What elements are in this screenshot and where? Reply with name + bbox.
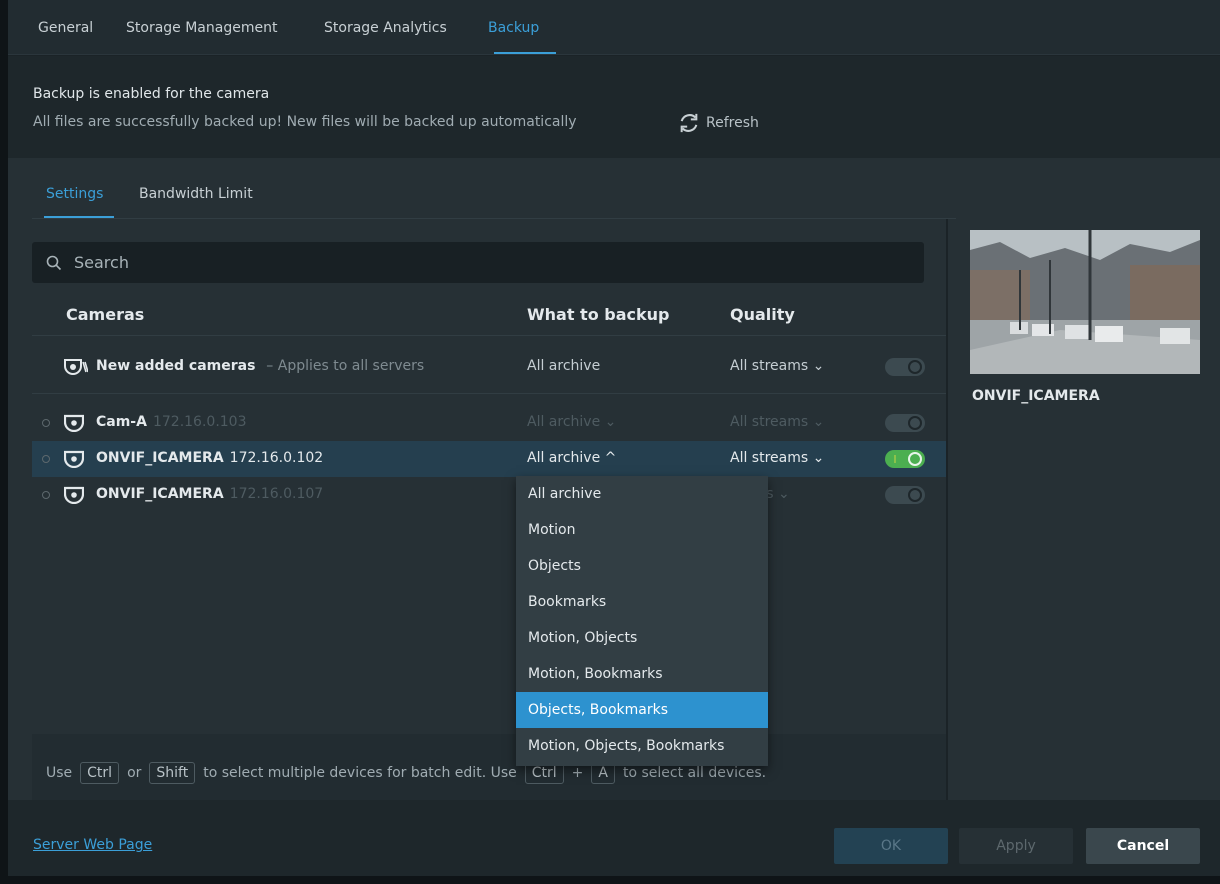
multi-select-hint: Use Ctrl or Shift to select multiple dev… <box>32 734 946 800</box>
header-divider <box>32 335 946 336</box>
camera-preview-image <box>970 230 1200 374</box>
subtab-divider <box>32 218 956 219</box>
tab-general[interactable]: General <box>38 20 93 36</box>
panel-divider <box>946 219 948 800</box>
shift-key: Shift <box>149 762 196 784</box>
camera-quality-select[interactable]: All streams ⌄ <box>730 450 824 466</box>
row-divider <box>32 393 946 394</box>
camera-ip: 172.16.0.102 <box>229 450 324 466</box>
camera-backup-toggle[interactable] <box>885 414 925 432</box>
new-cameras-quality[interactable]: All streams ⌄ <box>730 358 824 374</box>
refresh-button[interactable]: Refresh <box>678 112 759 134</box>
tab-storage-analytics[interactable]: Storage Analytics <box>324 20 447 36</box>
window-left-edge <box>0 0 8 884</box>
hint-text: to select all devices. <box>622 765 767 781</box>
status-dot <box>42 491 50 499</box>
status-title: Backup is enabled for the camera <box>33 86 270 102</box>
camera-backup-toggle[interactable] <box>885 450 925 468</box>
camera-icon <box>63 486 85 508</box>
preview-camera-name: ONVIF_ICAMERA <box>972 388 1100 404</box>
window-bottom-edge <box>0 876 1220 884</box>
search-input[interactable] <box>72 252 872 273</box>
column-what-to-backup: What to backup <box>527 305 670 324</box>
subtab-bandwidth-limit[interactable]: Bandwidth Limit <box>139 186 253 202</box>
camera-name: Cam-A <box>96 414 147 430</box>
camera-ip: 172.16.0.103 <box>152 414 247 430</box>
dropdown-option[interactable]: Motion <box>516 512 768 548</box>
server-web-page-link[interactable]: Server Web Page <box>33 837 152 853</box>
camera-backup-toggle[interactable] <box>885 486 925 504</box>
backup-status: Backup is enabled for the camera All fil… <box>8 56 1220 158</box>
apply-button[interactable]: Apply <box>959 828 1073 864</box>
search-box <box>32 242 924 283</box>
search-icon <box>46 255 62 270</box>
active-tab-indicator <box>494 52 556 54</box>
what-to-backup-dropdown: All archive Motion Objects Bookmarks Mot… <box>516 476 768 766</box>
new-cameras-row[interactable]: New added cameras – Applies to all serve… <box>32 349 946 385</box>
tab-backup[interactable]: Backup <box>488 20 539 36</box>
camera-name: ONVIF_ICAMERA <box>96 486 224 502</box>
camera-row[interactable]: Cam-A 172.16.0.103 All archive ⌄ All stre… <box>32 405 946 441</box>
refresh-icon <box>680 113 698 133</box>
cameras-plus-icon <box>64 358 89 380</box>
dropdown-option-highlighted[interactable]: Objects, Bookmarks <box>516 692 768 728</box>
status-dot <box>42 419 50 427</box>
camera-icon <box>63 450 85 472</box>
dropdown-option[interactable]: Motion, Objects <box>516 620 768 656</box>
column-quality: Quality <box>730 305 795 324</box>
dropdown-option[interactable]: Objects <box>516 548 768 584</box>
camera-icon <box>63 414 85 436</box>
tab-storage-management[interactable]: Storage Management <box>126 20 277 36</box>
cancel-button[interactable]: Cancel <box>1086 828 1200 864</box>
dialog-footer: Server Web Page OK Apply Cancel <box>8 800 1220 876</box>
hint-text: Use <box>46 765 73 781</box>
top-tab-bar: General Storage Management Storage Analy… <box>8 0 1220 55</box>
camera-row-selected[interactable]: ONVIF_ICAMERA 172.16.0.102 All archive ^ … <box>32 441 946 477</box>
dropdown-option[interactable]: Bookmarks <box>516 584 768 620</box>
column-cameras: Cameras <box>66 305 145 324</box>
dropdown-option[interactable]: Motion, Bookmarks <box>516 656 768 692</box>
camera-row[interactable]: ONVIF_ICAMERA172.16.0.107 reams ⌄ <box>32 477 946 513</box>
camera-what-select[interactable]: All archive ⌄ <box>527 414 616 430</box>
hint-text: to select multiple devices for batch edi… <box>203 765 517 781</box>
subtab-settings[interactable]: Settings <box>46 186 103 202</box>
new-cameras-name: New added cameras <box>96 358 256 374</box>
ok-button[interactable]: OK <box>834 828 948 864</box>
hint-text: or <box>127 765 142 781</box>
camera-quality-select[interactable]: All streams ⌄ <box>730 414 824 430</box>
refresh-label: Refresh <box>706 115 759 131</box>
ctrl-key: Ctrl <box>80 762 120 784</box>
new-cameras-label: New added cameras – Applies to all serve… <box>96 358 424 374</box>
new-cameras-what[interactable]: All archive <box>527 358 600 374</box>
status-dot <box>42 455 50 463</box>
new-cameras-toggle[interactable] <box>885 358 925 376</box>
dropdown-option[interactable]: Motion, Objects, Bookmarks <box>516 728 768 764</box>
camera-what-select[interactable]: All archive ^ <box>527 450 616 466</box>
status-subtitle: All files are successfully backed up! Ne… <box>33 114 577 130</box>
new-cameras-note: – Applies to all servers <box>266 358 425 374</box>
camera-ip: 172.16.0.107 <box>229 486 324 502</box>
camera-name: ONVIF_ICAMERA <box>96 450 224 466</box>
hint-plus: + <box>571 765 584 781</box>
dropdown-option[interactable]: All archive <box>516 476 768 512</box>
